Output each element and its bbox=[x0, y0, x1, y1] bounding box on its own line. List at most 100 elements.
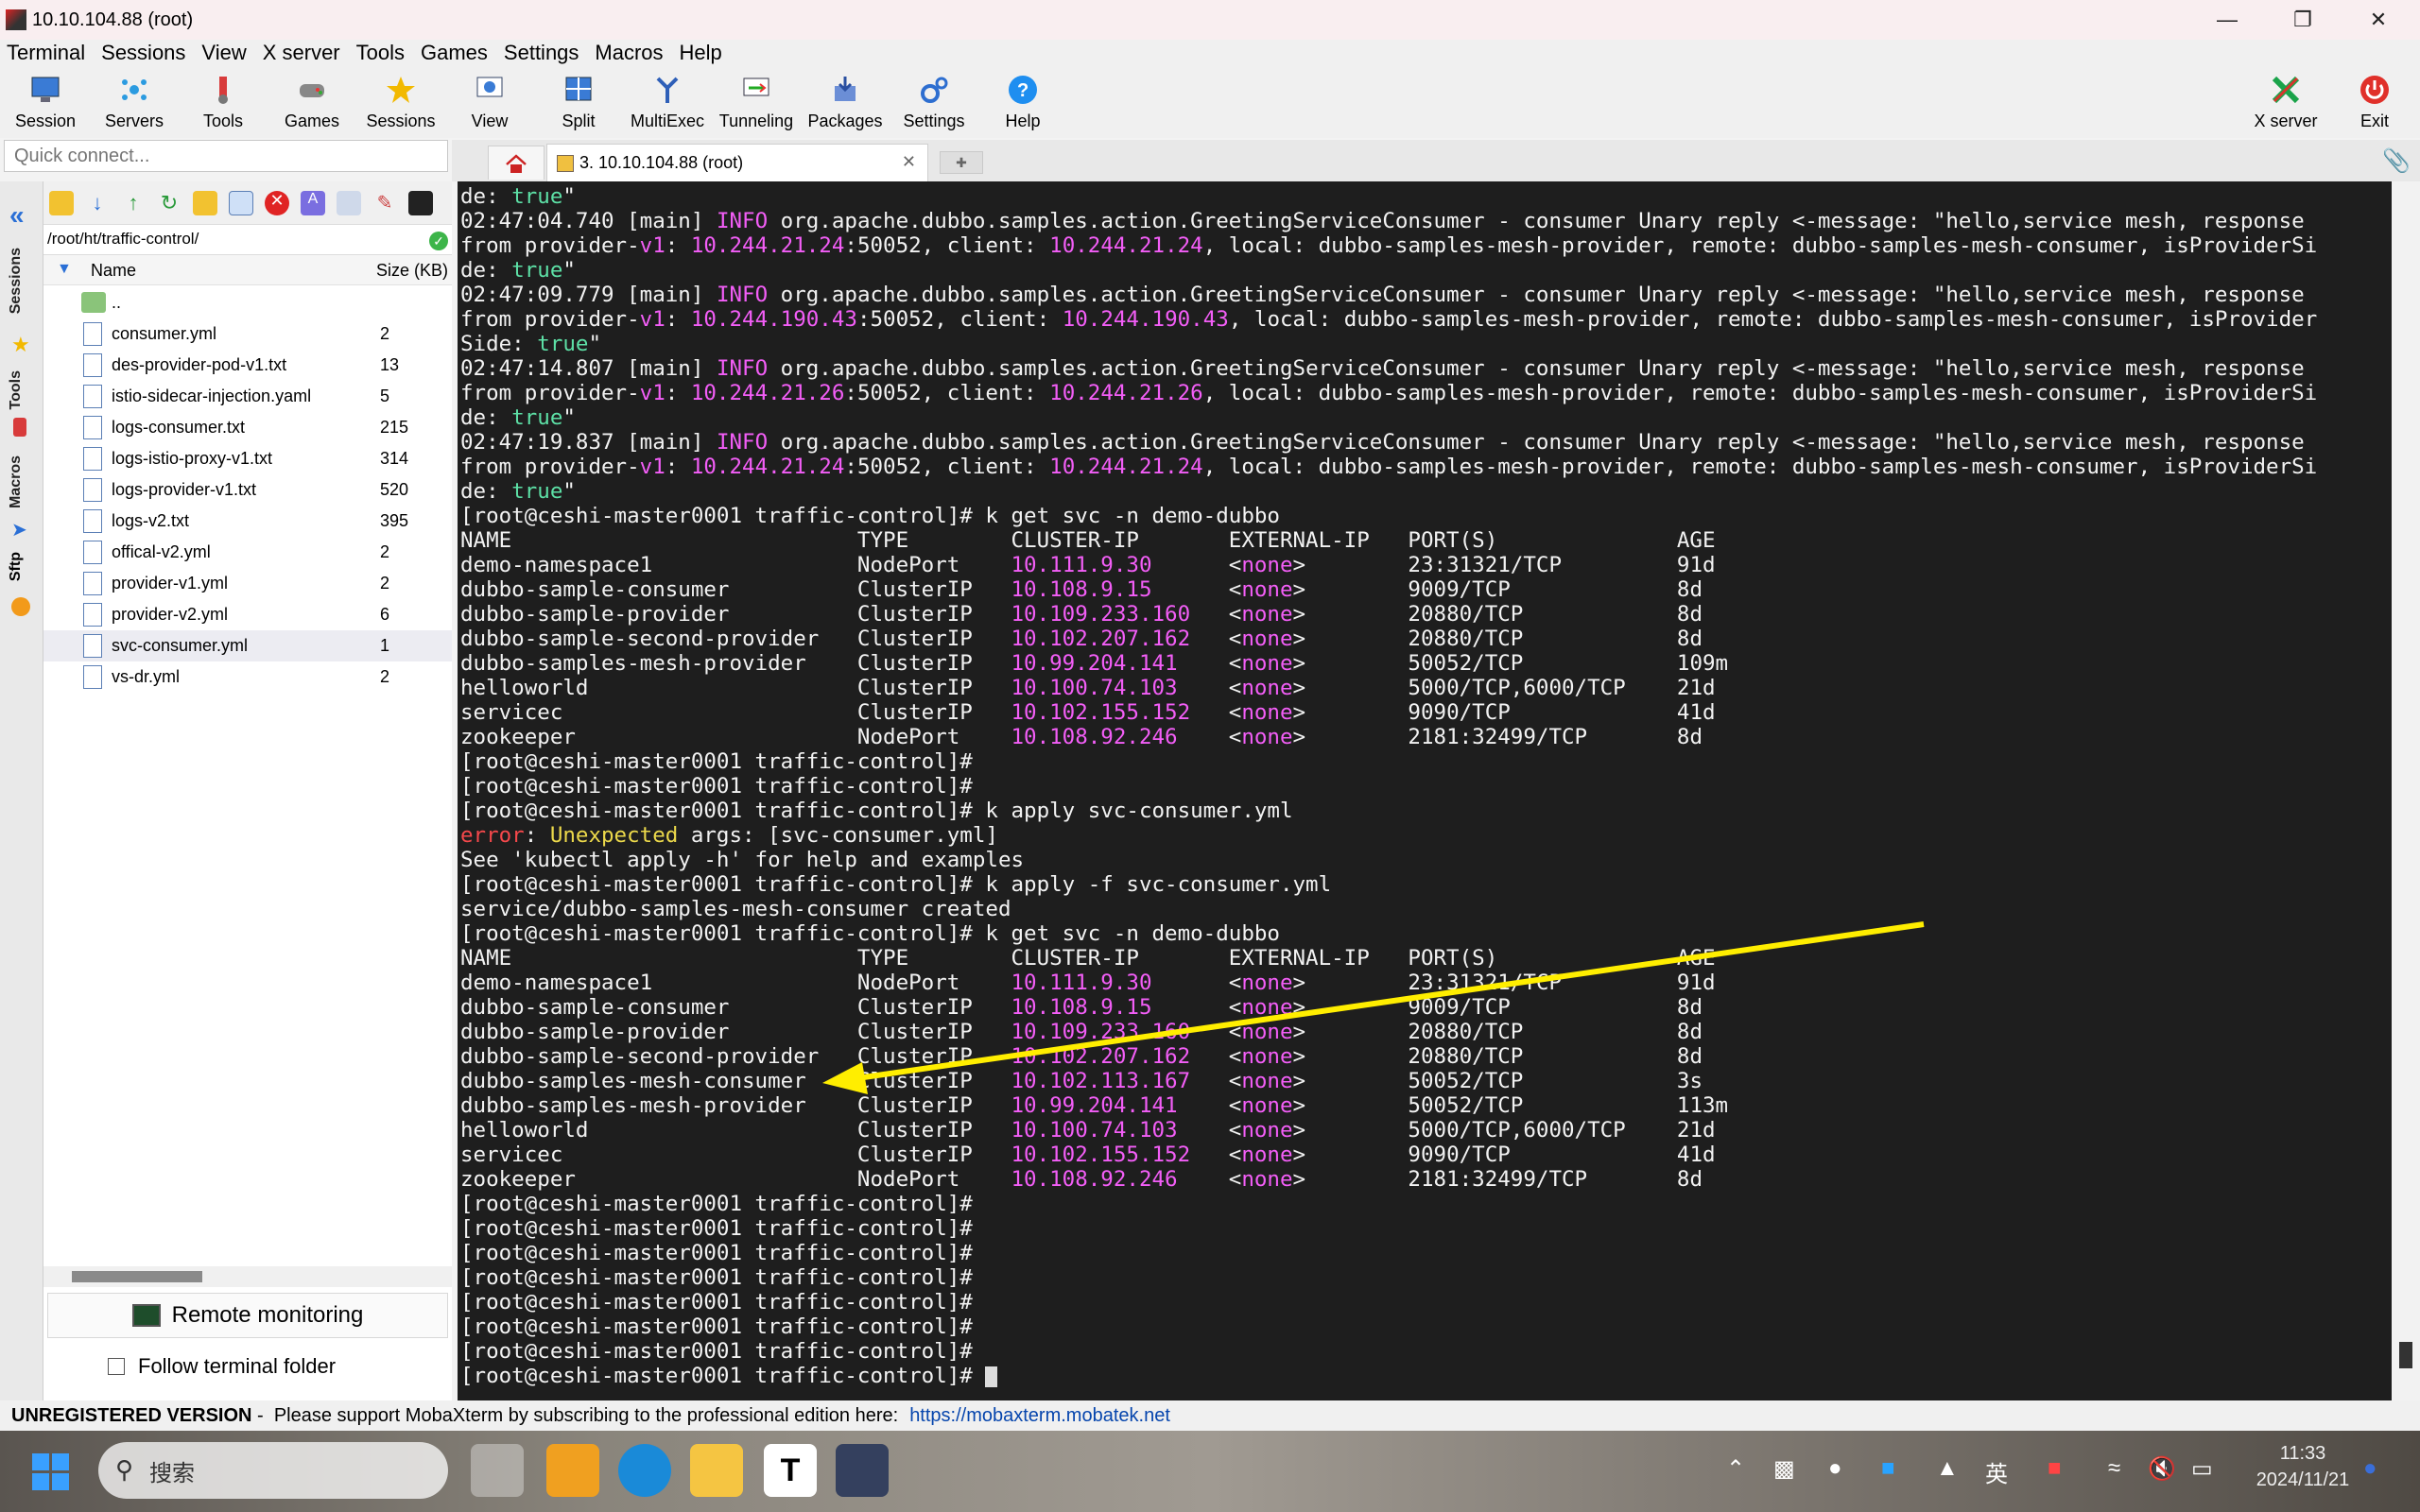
refresh-icon[interactable]: ↻ bbox=[157, 191, 182, 215]
tools-button[interactable]: Tools bbox=[180, 70, 267, 136]
file-row[interactable]: istio-sidecar-injection.yaml 5 bbox=[43, 381, 452, 412]
permissions-icon[interactable] bbox=[337, 191, 361, 215]
file-row[interactable]: offical-v2.yml 2 bbox=[43, 537, 452, 568]
menu-view[interactable]: View bbox=[201, 41, 246, 65]
packages-button[interactable]: Packages bbox=[802, 70, 889, 136]
title-bar: 10.10.104.88 (root) — ❐ ✕ bbox=[0, 0, 2420, 40]
restore-button[interactable]: ❐ bbox=[2265, 0, 2341, 40]
mobaxterm-taskbar-icon[interactable] bbox=[471, 1444, 524, 1497]
file-row[interactable]: consumer.yml 2 bbox=[43, 318, 452, 350]
tray-app-icon[interactable]: ▲ bbox=[1936, 1455, 1959, 1482]
menu-xserver[interactable]: X server bbox=[263, 41, 340, 65]
session-button[interactable]: Session bbox=[2, 70, 89, 136]
macros-side-tab[interactable]: Macros bbox=[8, 455, 25, 508]
upload-icon[interactable]: ↑ bbox=[121, 191, 146, 215]
home-tab[interactable] bbox=[488, 146, 544, 180]
horizontal-scrollbar[interactable] bbox=[43, 1266, 452, 1287]
file-icon bbox=[83, 322, 102, 346]
multiexec-button[interactable]: MultiExec bbox=[624, 70, 711, 136]
terminal-output[interactable]: de: true" 02:47:04.740 [main] INFO org.ap… bbox=[458, 181, 2392, 1400]
file-icon bbox=[83, 634, 102, 658]
follow-terminal-folder[interactable]: Follow terminal folder bbox=[47, 1346, 448, 1387]
sftp-side-tab[interactable]: Sftp bbox=[8, 552, 25, 581]
app-taskbar-icon[interactable] bbox=[836, 1444, 889, 1497]
games-button[interactable]: Games bbox=[268, 70, 355, 136]
column-name[interactable]: Name bbox=[91, 261, 136, 281]
tray-app-icon[interactable]: ■ bbox=[1881, 1455, 1895, 1482]
battery-icon[interactable]: ▭ bbox=[2191, 1455, 2213, 1483]
volume-muted-icon[interactable]: 🔇 bbox=[2148, 1455, 2176, 1483]
parent-folder-icon[interactable] bbox=[49, 191, 74, 215]
windows-taskbar: ⚲ 搜索 T ⌃ ▩ ● ■ ▲ 英 ■ ≈ 🔇 ▭ 11:33 2024/11… bbox=[0, 1431, 2420, 1512]
close-button[interactable]: ✕ bbox=[2341, 0, 2416, 40]
edge-taskbar-icon[interactable] bbox=[618, 1444, 671, 1497]
xserver-button[interactable]: X server bbox=[2242, 70, 2329, 136]
remote-monitoring-button[interactable]: Remote monitoring bbox=[47, 1293, 448, 1338]
tray-app-icon[interactable]: ■ bbox=[2048, 1455, 2062, 1482]
scrollbar-thumb[interactable] bbox=[2399, 1342, 2412, 1368]
file-row[interactable]: logs-v2.txt 395 bbox=[43, 506, 452, 537]
rename-icon[interactable]: A bbox=[301, 191, 325, 215]
download-icon[interactable]: ↓ bbox=[85, 191, 110, 215]
menu-help[interactable]: Help bbox=[680, 41, 722, 65]
delete-icon[interactable]: ✕ bbox=[265, 191, 289, 215]
new-folder-icon[interactable] bbox=[193, 191, 217, 215]
file-row-selected[interactable]: svc-consumer.yml 1 bbox=[43, 630, 452, 662]
tray-app-icon[interactable]: ▩ bbox=[1773, 1455, 1795, 1483]
wifi-icon[interactable]: ≈ bbox=[2108, 1455, 2120, 1482]
menu-settings[interactable]: Settings bbox=[504, 41, 579, 65]
new-file-icon[interactable] bbox=[229, 191, 253, 215]
exit-button[interactable]: Exit bbox=[2331, 70, 2418, 136]
notification-icon[interactable]: ● bbox=[2363, 1455, 2377, 1482]
qq-tray-icon[interactable]: ● bbox=[1828, 1455, 1842, 1482]
servers-button[interactable]: Servers bbox=[91, 70, 178, 136]
scrollbar-thumb[interactable] bbox=[72, 1271, 202, 1282]
split-button[interactable]: Split bbox=[535, 70, 622, 136]
tray-expand-icon[interactable]: ⌃ bbox=[1726, 1455, 1745, 1483]
minimize-button[interactable]: — bbox=[2189, 0, 2265, 40]
parent-dir-row[interactable]: .. bbox=[43, 287, 452, 318]
file-row[interactable]: logs-istio-proxy-v1.txt 314 bbox=[43, 443, 452, 474]
edit-icon[interactable]: ✎ bbox=[372, 191, 397, 215]
file-row[interactable]: vs-dr.yml 2 bbox=[43, 662, 452, 693]
menu-tools[interactable]: Tools bbox=[356, 41, 405, 65]
terminal-scrollbar[interactable] bbox=[2392, 181, 2420, 1400]
macro-icon: ➤ bbox=[11, 520, 27, 541]
mobaxterm-link[interactable]: https://mobaxterm.mobatek.net bbox=[909, 1405, 1170, 1427]
view-button[interactable]: View bbox=[446, 70, 533, 136]
sessions-button[interactable]: Sessions bbox=[357, 70, 444, 136]
close-tab-icon[interactable]: ✕ bbox=[902, 152, 916, 172]
ime-indicator[interactable]: 英 bbox=[1985, 1455, 2008, 1488]
attach-icon[interactable]: 📎 bbox=[2382, 147, 2411, 175]
file-row[interactable]: logs-consumer.txt 215 bbox=[43, 412, 452, 443]
taskbar-clock[interactable]: 11:33 2024/11/21 bbox=[2246, 1440, 2360, 1493]
sftp-path-bar[interactable]: /root/ht/traffic-control/ ✓ bbox=[43, 225, 452, 255]
menu-sessions[interactable]: Sessions bbox=[101, 41, 185, 65]
tunneling-button[interactable]: Tunneling bbox=[713, 70, 800, 136]
help-button[interactable]: ? Help bbox=[979, 70, 1066, 136]
menu-games[interactable]: Games bbox=[421, 41, 488, 65]
tab-session-3[interactable]: 3. 10.10.104.88 (root) ✕ bbox=[546, 144, 928, 181]
settings-button[interactable]: Settings bbox=[890, 70, 977, 136]
app-taskbar-icon[interactable] bbox=[546, 1444, 599, 1497]
terminal-icon[interactable] bbox=[408, 191, 433, 215]
taskbar-search[interactable]: ⚲ 搜索 bbox=[98, 1442, 448, 1499]
terminal-line: NAME TYPE CLUSTER-IP EXTERNAL-IP PORT(S)… bbox=[460, 946, 1716, 971]
menu-terminal[interactable]: Terminal bbox=[7, 41, 85, 65]
follow-folder-checkbox[interactable] bbox=[108, 1358, 125, 1375]
file-row[interactable]: provider-v2.yml 6 bbox=[43, 599, 452, 630]
collapse-icon[interactable]: « bbox=[9, 200, 25, 231]
file-row[interactable]: logs-provider-v1.txt 520 bbox=[43, 474, 452, 506]
file-row[interactable]: provider-v1.yml 2 bbox=[43, 568, 452, 599]
sessions-side-tab[interactable]: Sessions bbox=[8, 248, 25, 314]
windows-start-icon[interactable] bbox=[32, 1453, 70, 1491]
new-tab-button[interactable]: ✚ bbox=[940, 151, 983, 174]
typora-taskbar-icon[interactable]: T bbox=[764, 1444, 817, 1497]
file-explorer-taskbar-icon[interactable] bbox=[690, 1444, 743, 1497]
file-row[interactable]: des-provider-pod-v1.txt 13 bbox=[43, 350, 452, 381]
quick-connect-input[interactable] bbox=[4, 140, 448, 172]
tools-side-tab[interactable]: Tools bbox=[8, 370, 25, 409]
menu-macros[interactable]: Macros bbox=[595, 41, 663, 65]
column-size[interactable]: Size (KB) bbox=[376, 261, 448, 281]
file-icon bbox=[83, 509, 102, 533]
